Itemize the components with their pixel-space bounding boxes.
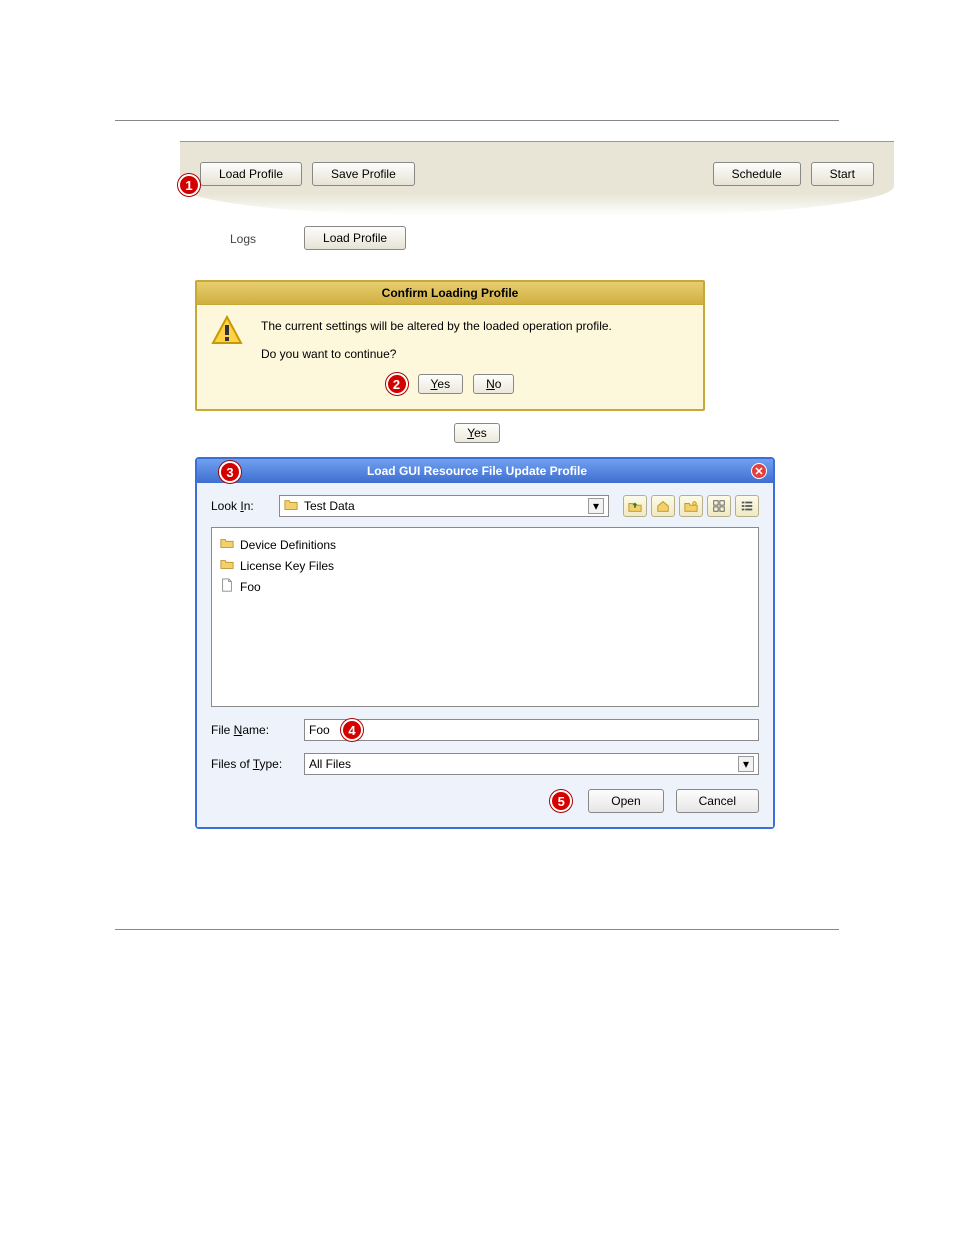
list-item[interactable]: License Key Files (220, 557, 750, 574)
folder-icon (220, 536, 234, 553)
logs-label: Logs (230, 231, 256, 246)
file-list[interactable]: Device Definitions License Key Files Foo (211, 527, 759, 707)
chooser-title: Load GUI Resource File Update Profile (203, 464, 751, 478)
file-name-label: File Name: (211, 723, 296, 737)
step1-row: Logs Load Profile (230, 226, 934, 250)
callout-5: 5 (550, 790, 572, 812)
home-icon[interactable] (651, 495, 675, 517)
file-type-label: Files of Type: (211, 757, 296, 771)
load-profile-file-chooser: 3 Load GUI Resource File Update Profile … (195, 457, 775, 829)
folder-icon (284, 498, 298, 515)
horizontal-rule-bottom (115, 929, 839, 930)
open-button[interactable]: Open (588, 789, 663, 813)
step1-load-profile-button[interactable]: Load Profile (304, 226, 406, 250)
list-view-icon[interactable] (707, 495, 731, 517)
list-item[interactable]: Foo (220, 578, 750, 595)
file-name: License Key Files (240, 559, 334, 573)
details-view-icon[interactable] (735, 495, 759, 517)
chevron-down-icon[interactable]: ▾ (738, 756, 754, 772)
file-name: Foo (240, 580, 261, 594)
horizontal-rule-top (115, 120, 839, 121)
confirm-loading-profile-dialog: Confirm Loading Profile The current sett… (195, 280, 705, 411)
confirm-no-button[interactable]: No (473, 374, 514, 394)
cancel-button[interactable]: Cancel (676, 789, 759, 813)
top-toolbar: Load Profile Save Profile Schedule Start… (180, 141, 894, 216)
warning-icon (211, 315, 261, 361)
schedule-button[interactable]: Schedule (713, 162, 801, 186)
save-profile-button[interactable]: Save Profile (312, 162, 415, 186)
new-folder-icon[interactable] (679, 495, 703, 517)
start-button[interactable]: Start (811, 162, 874, 186)
chooser-titlebar: 3 Load GUI Resource File Update Profile … (197, 459, 773, 483)
folder-icon (220, 557, 234, 574)
confirm-dialog-title: Confirm Loading Profile (197, 282, 703, 305)
up-folder-icon[interactable] (623, 495, 647, 517)
list-item[interactable]: Device Definitions (220, 536, 750, 553)
callout-1: 1 (178, 174, 200, 196)
yes-standalone-button[interactable]: Yes (454, 423, 500, 443)
confirm-yes-button[interactable]: Yes (418, 374, 464, 394)
file-type-select[interactable]: All Files ▾ (304, 753, 759, 775)
look-in-combo[interactable]: Test Data ▾ (279, 495, 609, 517)
callout-3: 3 (219, 461, 241, 483)
load-profile-button[interactable]: Load Profile (200, 162, 302, 186)
file-type-value: All Files (309, 757, 351, 771)
look-in-label: Look In: (211, 499, 271, 513)
callout-4: 4 (341, 719, 363, 741)
chevron-down-icon[interactable]: ▾ (588, 498, 604, 514)
confirm-message-2: Do you want to continue? (261, 347, 689, 361)
file-name-input[interactable] (304, 719, 759, 741)
close-icon[interactable]: ✕ (751, 463, 767, 479)
file-name: Device Definitions (240, 538, 336, 552)
look-in-value: Test Data (304, 499, 355, 513)
callout-2: 2 (386, 373, 408, 395)
file-icon (220, 578, 234, 595)
confirm-message-1: The current settings will be altered by … (261, 319, 689, 333)
